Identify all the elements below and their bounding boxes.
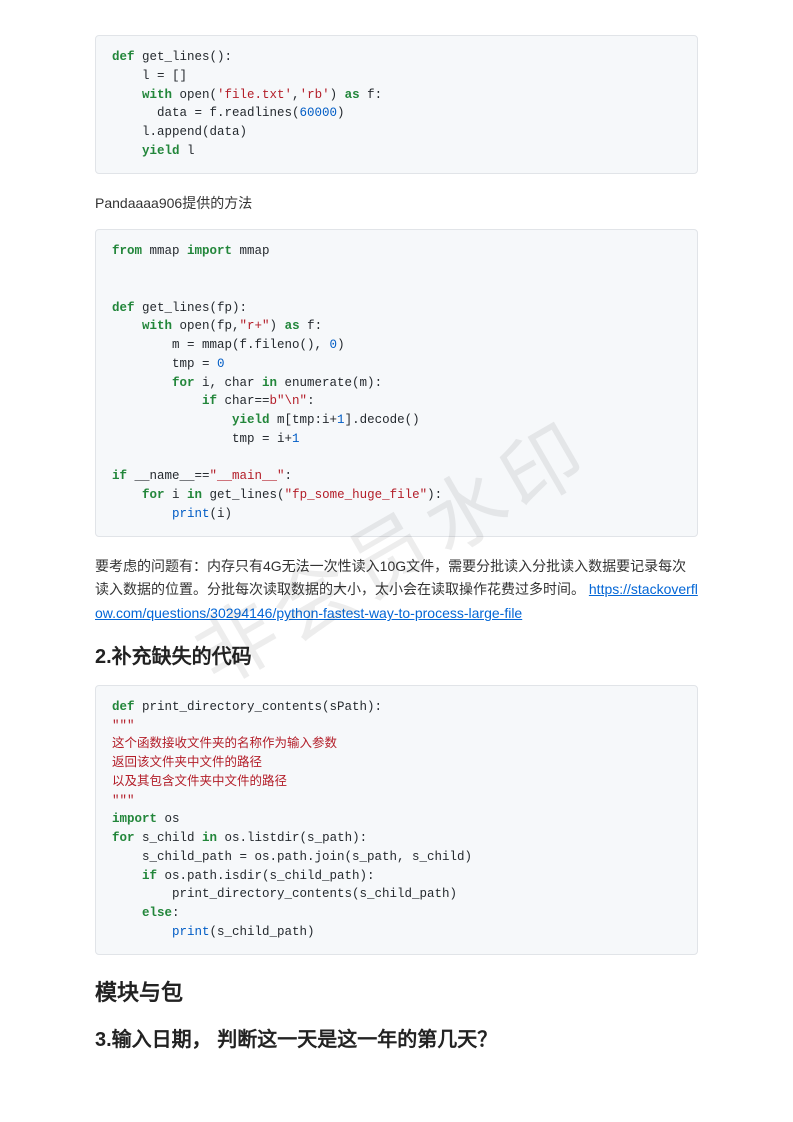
code-text: m[tmp:i+ (270, 413, 338, 427)
kw-for: for (112, 488, 165, 502)
code-text: ): (427, 488, 442, 502)
kw-if: if (112, 869, 157, 883)
kw-for: for (112, 376, 195, 390)
code-text: tmp = i+ (112, 432, 292, 446)
code-text: m = mmap(f.fileno(), (112, 338, 330, 352)
kw-def: def (112, 700, 135, 714)
code-block-2: from mmap import mmap def get_lines(fp):… (95, 229, 698, 536)
heading-modules: 模块与包 (95, 975, 698, 1007)
code-text: __name__== (127, 469, 210, 483)
kw-def: def (112, 301, 135, 315)
kw-in: in (202, 831, 217, 845)
docstring-line: 以及其包含文件夹中文件的路径 (112, 775, 287, 789)
code-text: get_lines(fp): (135, 301, 248, 315)
code-text: ) (337, 106, 345, 120)
kw-else: else (112, 906, 172, 920)
code-text: open(fp, (172, 319, 240, 333)
code-block-3: def print_directory_contents(sPath): """… (95, 685, 698, 955)
code-text: enumerate(m): (277, 376, 382, 390)
number-literal: 60000 (300, 106, 338, 120)
kw-with: with (112, 319, 172, 333)
code-text: : (307, 394, 315, 408)
code-text: tmp = (112, 357, 217, 371)
code-text: l = [] (112, 69, 187, 83)
kw-in: in (187, 488, 202, 502)
kw-import: import (112, 812, 157, 826)
docstring-quote: """ (112, 719, 135, 733)
code-text: l (180, 144, 195, 158)
heading-3: 3.输入日期， 判断这一天是这一年的第几天？ (95, 1023, 698, 1052)
code-text: s_child_path = os.path.join(s_path, s_ch… (112, 850, 472, 864)
docstring-quote: """ (112, 794, 135, 808)
string-literal: 'rb' (300, 88, 330, 102)
code-text: get_lines( (202, 488, 285, 502)
code-text: char== (217, 394, 270, 408)
string-literal: b"\n" (270, 394, 308, 408)
string-literal: "fp_some_huge_file" (285, 488, 428, 502)
kw-import: import (187, 244, 232, 258)
code-text: print_directory_contents(sPath): (135, 700, 383, 714)
string-literal: "r+" (240, 319, 270, 333)
code-text: s_child (135, 831, 203, 845)
code-text: ) (330, 88, 345, 102)
kw-yield: yield (112, 413, 270, 427)
number-literal: 0 (217, 357, 225, 371)
code-text: i, char (195, 376, 263, 390)
code-text: ].decode() (345, 413, 420, 427)
kw-from: from (112, 244, 142, 258)
kw-as: as (345, 88, 360, 102)
kw-as: as (285, 319, 300, 333)
code-text: , (292, 88, 300, 102)
code-text: (i) (210, 507, 233, 521)
fn-print: print (112, 507, 210, 521)
string-literal: "__main__" (210, 469, 285, 483)
kw-yield: yield (112, 144, 180, 158)
code-text: os.path.isdir(s_child_path): (157, 869, 375, 883)
code-text: : (285, 469, 293, 483)
code-text: os (157, 812, 180, 826)
code-text: mmap (142, 244, 187, 258)
kw-def: def (112, 50, 135, 64)
string-literal: 'file.txt' (217, 88, 292, 102)
heading-2: 2.补充缺失的代码 (95, 640, 698, 669)
paragraph-author-note: Pandaaaa906提供的方法 (95, 192, 698, 216)
kw-if: if (112, 394, 217, 408)
kw-with: with (112, 88, 172, 102)
code-text: mmap (232, 244, 270, 258)
code-block-1: def get_lines(): l = [] with open('file.… (95, 35, 698, 174)
code-text: data = f.readlines( (112, 106, 300, 120)
docstring-line: 返回该文件夹中文件的路径 (112, 756, 262, 770)
code-text: ) (337, 338, 345, 352)
code-text: : (172, 906, 180, 920)
code-text: (s_child_path) (210, 925, 315, 939)
code-text: f: (300, 319, 323, 333)
fn-print: print (112, 925, 210, 939)
number-literal: 0 (330, 338, 338, 352)
paragraph-explanation: 要考虑的问题有：内存只有4G无法一次性读入10G文件，需要分批读入分批读入数据要… (95, 555, 698, 626)
code-text: ) (270, 319, 285, 333)
code-text: os.listdir(s_path): (217, 831, 367, 845)
code-text: l.append(data) (112, 125, 247, 139)
code-text: print_directory_contents(s_child_path) (112, 887, 457, 901)
code-text: i (165, 488, 188, 502)
code-text: f: (360, 88, 383, 102)
kw-for: for (112, 831, 135, 845)
code-text: get_lines(): (135, 50, 233, 64)
code-text: open( (172, 88, 217, 102)
docstring-line: 这个函数接收文件夹的名称作为输入参数 (112, 737, 337, 751)
number-literal: 1 (292, 432, 300, 446)
kw-in: in (262, 376, 277, 390)
kw-if: if (112, 469, 127, 483)
number-literal: 1 (337, 413, 345, 427)
